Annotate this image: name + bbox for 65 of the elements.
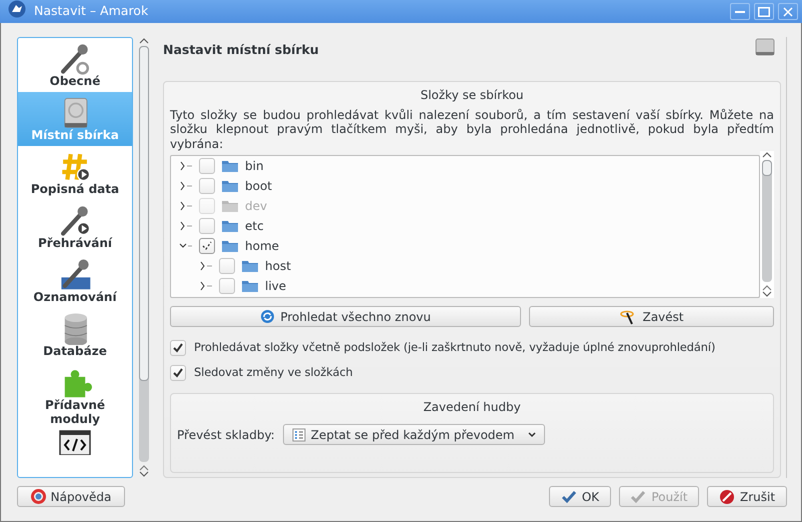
sidebar-scrollbar[interactable] — [137, 37, 151, 478]
checkbox[interactable] — [219, 258, 235, 274]
cancel-button[interactable]: Zrušit — [707, 486, 787, 507]
minimize-icon — [735, 10, 745, 12]
checkbox[interactable] — [199, 178, 215, 194]
check-icon — [630, 488, 646, 504]
folder-icon — [221, 239, 239, 253]
option-checkbox[interactable]: Sledovat změny ve složkách — [170, 360, 774, 385]
minimize-button[interactable] — [730, 3, 750, 20]
option-checkbox[interactable]: Prohledávat složky včetně podsložek (je-li zaškrtnuto nově, vyžaduje úplné znovuprohledání) — [170, 335, 774, 360]
hard-drive-icon — [755, 37, 775, 57]
check-icon — [172, 342, 184, 354]
page-title: Nastavit místní sbírku — [163, 41, 319, 59]
folder-icon — [221, 219, 239, 233]
sidebar-item[interactable]: Přehrávání — [18, 200, 132, 254]
sidebar-item[interactable]: Oznamování — [18, 254, 132, 308]
scroll-down-icon[interactable] — [762, 291, 772, 298]
field-label: Převést skladby: — [177, 426, 275, 444]
list-icon — [292, 428, 306, 442]
scroll-down-icon[interactable] — [139, 471, 149, 478]
folder-name[interactable]: live — [265, 277, 286, 295]
close-icon — [783, 6, 793, 16]
rescan-button[interactable]: Prohledat všechno znovu — [170, 306, 522, 327]
stop-icon — [718, 488, 735, 504]
check-icon — [560, 488, 577, 504]
lifebuoy-icon — [30, 489, 46, 504]
folder-name[interactable]: home — [245, 237, 280, 255]
sidebar-item[interactable]: Obecné — [18, 38, 132, 92]
folder-icon — [241, 259, 259, 273]
folder-name[interactable]: boot — [245, 177, 272, 195]
maximize-icon — [758, 6, 770, 16]
close-button[interactable] — [778, 3, 798, 20]
import-button[interactable]: Zavést — [529, 306, 774, 327]
folder-icon — [221, 199, 239, 213]
tree-scrollbar[interactable] — [760, 151, 774, 298]
check-icon — [172, 366, 184, 378]
maximize-button[interactable] — [754, 3, 774, 20]
ok-button[interactable]: OK — [549, 486, 611, 507]
folder-name[interactable]: host — [265, 257, 291, 275]
folder-icon — [221, 179, 239, 193]
checkbox[interactable] — [199, 218, 215, 234]
scroll-up-icon[interactable] — [762, 151, 772, 158]
sidebar-item[interactable]: Databáze — [18, 308, 132, 362]
refresh-icon — [260, 309, 276, 324]
code-window-icon — [59, 428, 91, 455]
convert-dropdown[interactable]: Zeptat se před každým převodem — [282, 424, 544, 445]
scrollbar-handle[interactable] — [139, 46, 149, 381]
checkbox[interactable] — [199, 158, 215, 174]
scroll-up-icon[interactable] — [762, 284, 772, 291]
scroll-up-icon[interactable] — [139, 37, 149, 44]
folder-icon — [221, 159, 239, 173]
sidebar-item[interactable]: Popisná data — [18, 146, 132, 200]
scrollbar-handle[interactable] — [762, 160, 772, 176]
folder-icon — [241, 279, 259, 293]
window-title: Nastavit – Amarok — [34, 2, 148, 20]
help-button[interactable]: Nápověda — [17, 486, 125, 507]
checkbox[interactable] — [219, 278, 235, 294]
description-text: Tyto složky se budou prohledávat kvůli nalezení souborů, a tím sestavení vaší sbírky. Můžete na složku klepnout pravým tlačítkem myši, aby byla prohledána jednotlivě, pokud byla předtím vybrána: — [170, 108, 774, 151]
group-title: Zavedení hudby — [422, 399, 522, 416]
group-title: Složky se sbírkou — [419, 86, 525, 104]
sidebar-item[interactable]: Přídavné moduly — [18, 362, 132, 429]
folder-name[interactable]: bin — [245, 157, 264, 175]
scroll-up-icon[interactable] — [139, 464, 149, 471]
wolf-logo-icon — [8, 0, 26, 18]
folder-name[interactable]: etc — [245, 217, 264, 235]
